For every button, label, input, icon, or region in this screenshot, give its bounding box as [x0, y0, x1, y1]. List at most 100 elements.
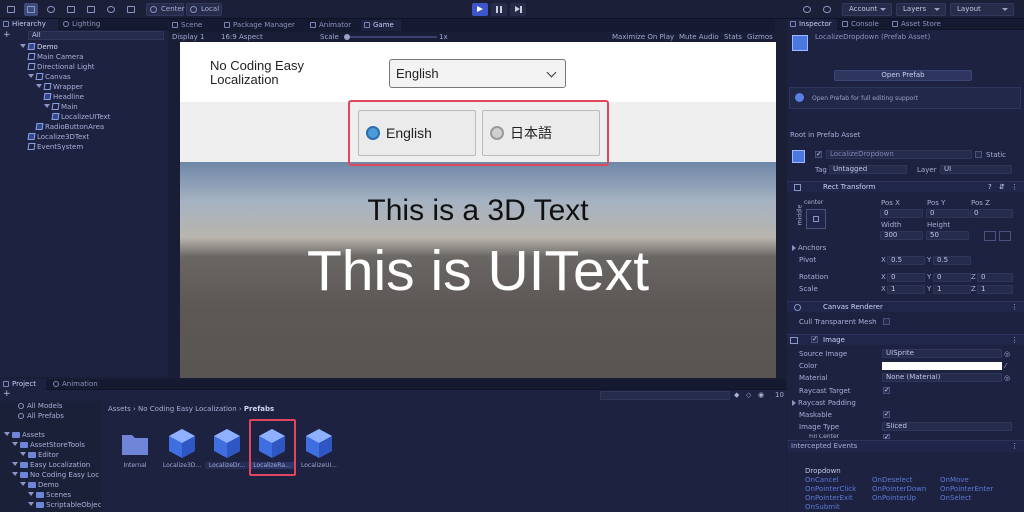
target-icon-2[interactable]: ◎ — [1004, 373, 1010, 383]
tag-dropdown[interactable]: Untagged — [829, 165, 907, 174]
add-icon[interactable]: + — [3, 31, 13, 40]
color-swatch[interactable] — [882, 362, 1002, 370]
rotation-x-field[interactable]: 0 — [887, 273, 925, 282]
blueprint-button[interactable] — [984, 231, 996, 241]
transform-tool-icon[interactable] — [104, 3, 118, 16]
hierarchy-item[interactable]: Main — [44, 102, 78, 112]
raycast-padding-foldout[interactable]: Raycast Padding — [792, 398, 856, 408]
rect-tool-icon[interactable] — [84, 3, 98, 16]
chevron-down-icon[interactable] — [4, 432, 10, 436]
asset-folder[interactable]: Internal — [115, 425, 155, 475]
static-label[interactable]: Static — [986, 150, 1006, 160]
hierarchy-item[interactable]: Demo — [20, 42, 58, 52]
chevron-down-icon[interactable] — [44, 104, 50, 108]
hierarchy-item[interactable]: Canvas — [28, 72, 71, 82]
chevron-down-icon[interactable] — [28, 74, 34, 78]
collab-icon[interactable] — [800, 3, 814, 16]
layout-dropdown[interactable]: Layout — [950, 3, 1014, 16]
maximize-on-play-toggle[interactable]: Maximize On Play — [612, 33, 674, 41]
pivot-local-toggle[interactable]: Local — [186, 3, 222, 16]
hand-tool-icon[interactable] — [4, 3, 18, 16]
chevron-down-icon[interactable] — [28, 502, 34, 506]
cloud-icon[interactable] — [820, 3, 834, 16]
more-icon[interactable]: ⋮ — [1011, 182, 1018, 192]
hierarchy-item[interactable]: Wrapper — [36, 82, 83, 92]
mute-audio-toggle[interactable]: Mute Audio — [679, 33, 719, 41]
intercepted-events-header[interactable]: Intercepted Events ⋮ — [787, 440, 1024, 452]
tab-lighting[interactable]: Lighting — [60, 19, 116, 30]
active-checkbox[interactable] — [815, 150, 822, 158]
project-folder[interactable]: Assets — [4, 430, 45, 440]
tab-console[interactable]: Console — [839, 19, 887, 30]
tab-package-manager[interactable]: Package Manager — [221, 20, 303, 31]
filter-label-icon[interactable]: ◇ — [746, 390, 751, 400]
tab-scene[interactable]: Scene — [169, 20, 217, 31]
asset-prefab[interactable]: Localize3D... — [162, 425, 202, 475]
favorite-all-prefabs[interactable]: All Prefabs — [18, 411, 64, 421]
source-image-field[interactable]: UISprite — [882, 349, 1002, 358]
layer-dropdown[interactable]: UI — [940, 165, 1012, 174]
pause-button[interactable] — [491, 3, 507, 16]
eyedropper-icon[interactable]: ⁄ — [1005, 361, 1006, 371]
chevron-down-icon[interactable] — [20, 452, 26, 456]
posx-field[interactable]: 0 — [880, 209, 923, 218]
scale-y-field[interactable]: 1 — [933, 285, 971, 294]
chevron-down-icon[interactable] — [28, 492, 34, 496]
display-dropdown[interactable]: Display 1 — [172, 33, 204, 41]
image-enabled-checkbox[interactable] — [811, 335, 818, 343]
material-field[interactable]: None (Material) — [882, 373, 1002, 382]
play-button[interactable] — [472, 3, 488, 16]
maskable-checkbox[interactable] — [883, 410, 890, 418]
tab-game[interactable]: Game — [361, 20, 401, 31]
canvas-renderer-header[interactable]: Canvas Renderer ⋮ — [787, 301, 1024, 312]
cull-checkbox[interactable] — [883, 318, 890, 325]
custom-tool-icon[interactable] — [124, 3, 138, 16]
width-field[interactable]: 300 — [880, 231, 923, 240]
chevron-down-icon[interactable] — [12, 462, 18, 466]
more-icon-3[interactable]: ⋮ — [1011, 335, 1018, 345]
tab-hierarchy[interactable]: Hierarchy — [0, 19, 58, 30]
breadcrumb-prefabs[interactable]: Prefabs — [244, 405, 274, 413]
language-dropdown[interactable]: English — [389, 59, 566, 88]
target-icon[interactable]: ◎ — [1004, 349, 1010, 359]
more-icon-4[interactable]: ⋮ — [1011, 441, 1018, 451]
scale-z-field[interactable]: 1 — [977, 285, 1013, 294]
image-header[interactable]: Image ⋮ — [787, 334, 1024, 345]
open-prefab-button[interactable]: Open Prefab — [834, 70, 972, 81]
chevron-down-icon[interactable] — [20, 482, 26, 486]
pivot-y-field[interactable]: 0.5 — [933, 256, 971, 265]
chevron-down-icon[interactable] — [12, 472, 18, 476]
rect-transform-header[interactable]: Rect Transform ? ⇵ ⋮ — [787, 181, 1024, 192]
tab-asset-store[interactable]: Asset Store — [889, 19, 953, 30]
image-type-dropdown[interactable]: Sliced — [882, 422, 1012, 431]
move-tool-icon[interactable] — [24, 3, 38, 16]
hierarchy-item[interactable]: Localize3DText — [27, 132, 89, 142]
chevron-down-icon[interactable] — [12, 442, 18, 446]
hierarchy-item[interactable]: Main Camera — [27, 52, 83, 62]
pivot-x-field[interactable]: 0.5 — [887, 256, 925, 265]
project-folder[interactable]: Easy Localization — [12, 460, 90, 470]
object-name-field[interactable]: LocalizeDropdown — [826, 150, 972, 159]
preset-icon[interactable]: ⇵ — [999, 182, 1005, 192]
game-view[interactable]: No Coding Easy Localization English Engl… — [180, 42, 776, 378]
rotation-y-field[interactable]: 0 — [933, 273, 971, 282]
scale-tool-icon[interactable] — [64, 3, 78, 16]
gizmos-toggle[interactable]: Gizmos — [747, 33, 773, 41]
radio-japanese[interactable]: 日本語 — [482, 110, 600, 156]
hierarchy-item[interactable]: RadioButtonArea — [35, 122, 104, 132]
anchor-preset-button[interactable] — [806, 209, 826, 229]
fill-center-checkbox[interactable] — [883, 433, 890, 441]
favorite-all-models[interactable]: All Models — [18, 401, 63, 411]
help-icon[interactable]: ? — [988, 182, 992, 192]
tab-inspector[interactable]: Inspector — [787, 19, 837, 30]
project-folder[interactable]: AssetStoreTools — [12, 440, 85, 450]
aspect-dropdown[interactable]: 16:9 Aspect — [221, 33, 263, 41]
posz-field[interactable]: 0 — [970, 209, 1013, 218]
step-button[interactable] — [510, 3, 526, 16]
project-search-input[interactable] — [600, 391, 730, 400]
anchors-foldout[interactable]: Anchors — [792, 243, 826, 253]
hierarchy-item[interactable]: LocalizeUIText — [51, 112, 110, 122]
layers-dropdown[interactable]: Layers — [896, 3, 946, 16]
stats-toggle[interactable]: Stats — [724, 33, 742, 41]
tab-animation[interactable]: Animation — [50, 379, 102, 390]
